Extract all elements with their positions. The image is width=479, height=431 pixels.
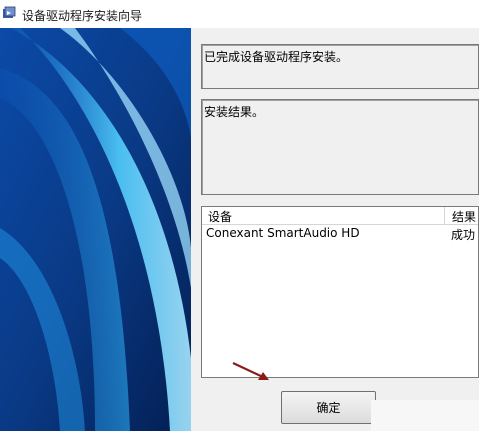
ok-button[interactable]: 确定 (281, 391, 376, 424)
list-header: 设备 结果 (202, 207, 478, 225)
title-bar: 设备驱动程序安装向导 (0, 0, 479, 28)
column-header-result[interactable]: 结果 (452, 208, 476, 225)
device-results-list[interactable]: 设备 结果 Conexant SmartAudio HD 成功 (201, 206, 479, 378)
watermark-overlay (371, 400, 479, 431)
window-title: 设备驱动程序安装向导 (22, 9, 143, 23)
device-result: 成功 (451, 228, 476, 242)
column-divider[interactable] (444, 207, 445, 224)
wizard-banner-image (0, 28, 191, 431)
installer-icon (3, 6, 16, 18)
annotation-arrow-icon (232, 362, 269, 380)
completion-status-text: 已完成设备驱动程序安装。 (201, 44, 479, 89)
wizard-content-panel: 已完成设备驱动程序安装。 安装结果。 设备 结果 Conexant SmartA… (191, 28, 479, 431)
device-name: Conexant SmartAudio HD (206, 226, 360, 240)
install-result-box: 安装结果。 (201, 99, 479, 195)
column-header-device[interactable]: 设备 (208, 208, 232, 225)
list-item[interactable]: Conexant SmartAudio HD 成功 (202, 226, 478, 242)
